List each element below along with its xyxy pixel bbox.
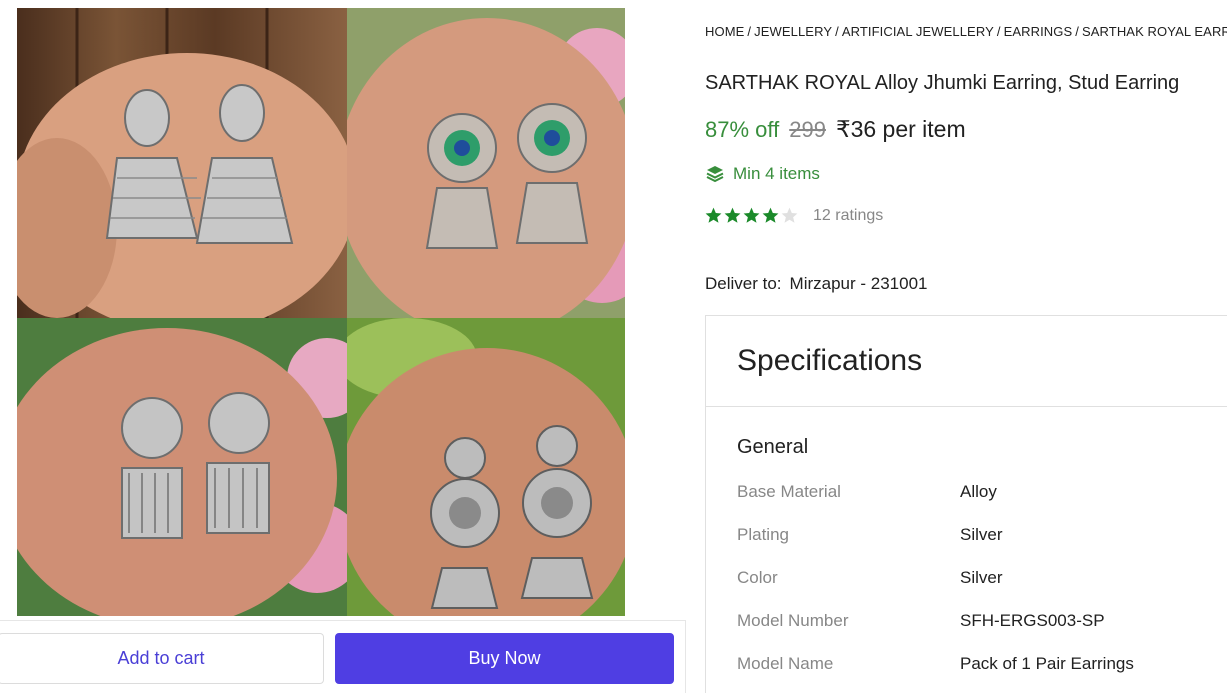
breadcrumb-artificial-jewellery[interactable]: ARTIFICIAL JEWELLERY bbox=[842, 24, 994, 39]
product-image-peacock-feather-jhumka[interactable] bbox=[347, 8, 625, 318]
star-filled-icon bbox=[705, 207, 722, 223]
star-empty-icon bbox=[781, 207, 798, 223]
delivery-pincode[interactable]: Mirzapur - 231001 bbox=[790, 274, 928, 293]
breadcrumb: HOME / JEWELLERY / ARTIFICIAL JEWELLERY / EARR… bbox=[705, 24, 1227, 39]
specifications-panel: Specifications General Base Material All… bbox=[705, 315, 1227, 693]
minimum-order: Min 4 items bbox=[705, 164, 820, 184]
spec-row: Color Silver bbox=[737, 568, 1217, 588]
product-image-peacock-earrings[interactable] bbox=[17, 8, 347, 318]
product-image-stone-jhumka[interactable] bbox=[347, 318, 625, 616]
selling-price: ₹36 per item bbox=[835, 116, 966, 142]
product-title: SARTHAK ROYAL Alloy Jhumki Earring, Stud… bbox=[705, 72, 1180, 94]
purchase-action-bar: Add to cart Buy Now bbox=[0, 620, 686, 693]
product-image-gallery bbox=[17, 8, 625, 616]
spec-key: Model Name bbox=[737, 654, 834, 673]
spec-value: SFH-ERGS003-SP bbox=[960, 611, 1105, 630]
buy-now-button[interactable]: Buy Now bbox=[335, 633, 674, 684]
spec-row: Model Number SFH-ERGS003-SP bbox=[737, 611, 1217, 631]
breadcrumb-earrings[interactable]: EARRINGS bbox=[1004, 24, 1073, 39]
delivery-label: Deliver to: bbox=[705, 274, 782, 293]
price-row: 87% off 299 ₹36 per item bbox=[705, 116, 966, 143]
spec-key: Color bbox=[737, 568, 778, 587]
minimum-order-text: Min 4 items bbox=[733, 164, 820, 183]
specifications-group-title: General bbox=[737, 436, 809, 458]
discount-percentage: 87% off bbox=[705, 117, 780, 142]
delivery-location[interactable]: Deliver to: Mirzapur - 231001 bbox=[705, 274, 928, 294]
specifications-heading: Specifications bbox=[706, 316, 1227, 407]
spec-key: Plating bbox=[737, 525, 789, 544]
spec-value: Pack of 1 Pair Earrings bbox=[960, 654, 1134, 673]
star-filled-icon bbox=[724, 207, 741, 223]
spec-row: Base Material Alloy bbox=[737, 482, 1217, 502]
spec-value: Alloy bbox=[960, 482, 997, 501]
star-filled-icon bbox=[743, 207, 760, 223]
layers-icon bbox=[706, 166, 724, 183]
spec-row: Plating Silver bbox=[737, 525, 1217, 545]
spec-value: Silver bbox=[960, 525, 1003, 544]
breadcrumb-jewellery[interactable]: JEWELLERY bbox=[754, 24, 832, 39]
star-rating bbox=[704, 206, 799, 225]
original-price: 299 bbox=[789, 117, 826, 142]
add-to-cart-button[interactable]: Add to cart bbox=[0, 633, 324, 684]
spec-key: Base Material bbox=[737, 482, 841, 501]
rating-row[interactable]: 12 ratings bbox=[704, 206, 883, 225]
spec-row: Model Name Pack of 1 Pair Earrings bbox=[737, 654, 1217, 674]
product-image-house-jhumka[interactable] bbox=[17, 318, 347, 616]
breadcrumb-current-product[interactable]: SARTHAK ROYAL EARRING bbox=[1082, 24, 1227, 39]
star-filled-icon bbox=[762, 207, 779, 223]
ratings-count[interactable]: 12 ratings bbox=[813, 207, 883, 225]
spec-value: Silver bbox=[960, 568, 1003, 587]
breadcrumb-home[interactable]: HOME bbox=[705, 24, 744, 39]
spec-key: Model Number bbox=[737, 611, 849, 630]
